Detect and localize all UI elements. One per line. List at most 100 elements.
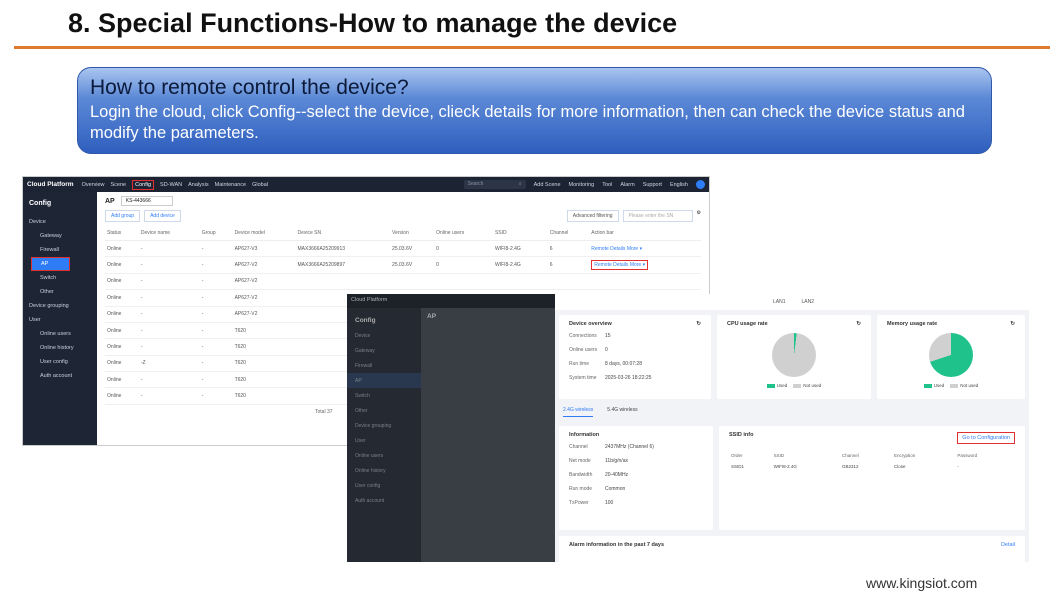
nav-sdwan[interactable]: SD-WAN <box>160 182 182 188</box>
table-cell: AP627-V2 <box>232 273 296 291</box>
table-cell: - <box>138 322 200 340</box>
table-cell: - <box>138 289 200 307</box>
memory-title: Memory usage rate <box>887 321 938 327</box>
sidebar-item-device-grouping[interactable]: Device grouping <box>23 299 97 313</box>
support-menu[interactable]: Support <box>643 182 662 188</box>
nav-overview[interactable]: Overview <box>82 182 105 188</box>
search-input[interactable]: Search ⌕ <box>463 180 526 189</box>
sidebar-item-auth-account[interactable]: Auth account <box>23 369 97 383</box>
not-used-swatch <box>950 383 959 388</box>
table-cell: T620 <box>232 387 296 405</box>
action-bar[interactable]: Remote Details More ▾ <box>589 240 701 258</box>
table-cell: Online <box>105 338 139 356</box>
sidebar-item-ap[interactable]: AP <box>31 257 70 271</box>
dimmed-config-screenshot: Cloud Platform Config Device Gateway Firewa… <box>347 294 557 562</box>
column-header: Device SN <box>295 226 391 241</box>
table-cell: - <box>199 289 233 307</box>
go-to-configuration-button[interactable]: Go to Configuration <box>957 432 1015 444</box>
language-menu[interactable]: English <box>670 182 688 188</box>
action-links[interactable]: Remote Details More ▾ <box>591 246 642 252</box>
column-header: Group <box>199 226 233 241</box>
table-row[interactable]: Online - - AP627-V2 MAX3666A25209897 25.03.6V… <box>105 256 701 274</box>
refresh-icon[interactable]: ↻ <box>1010 321 1015 327</box>
sidebar-item-other[interactable]: Other <box>23 285 97 299</box>
action-links[interactable]: Remote Details More ▾ <box>591 260 649 271</box>
nav-scene[interactable]: Scene <box>111 182 127 188</box>
nav-analysis[interactable]: Analysis <box>188 182 208 188</box>
info-row: Bandwidth 20-40MHz <box>569 472 703 478</box>
sidebar-item-user[interactable]: User <box>23 313 97 327</box>
sidebar-item-online-history[interactable]: Online history <box>23 341 97 355</box>
table-cell: MAX3666A25209913 <box>295 240 391 258</box>
top-nav-bar: Cloud Platform Overview Scene Config SD-… <box>23 177 709 192</box>
alarm-title: Alarm information in the past 7 days <box>569 542 665 548</box>
table-cell: - <box>199 256 233 274</box>
overview-value: 2025-03-26 18:22:25 <box>605 375 652 381</box>
sidebar-item-switch[interactable]: Switch <box>23 271 97 285</box>
tool-menu[interactable]: Tool <box>602 182 612 188</box>
table-cell <box>492 273 548 291</box>
sidebar-item-device[interactable]: Device <box>23 215 97 229</box>
refresh-icon[interactable]: ↻ <box>856 321 861 327</box>
sidebar-item-gateway[interactable]: Gateway <box>23 229 97 243</box>
table-cell: T620 <box>232 322 296 340</box>
table-row[interactable]: Online - - AP627-V2 <box>105 273 701 291</box>
alarm-detail-link[interactable]: Detail <box>1001 542 1015 548</box>
table-cell: Online <box>105 355 139 373</box>
lan2-tab[interactable]: LAN2 <box>802 299 815 305</box>
cpu-usage-card: CPU usage rate ↻ Used Not used <box>717 315 871 399</box>
info-key: Run mode <box>569 486 593 492</box>
sidebar-item-user-config[interactable]: User config <box>23 355 97 369</box>
tab-5-4g-wireless[interactable]: 5.4G wireless <box>607 407 637 417</box>
sn-search-input[interactable]: Please enter the SN <box>622 210 693 222</box>
dim-sidebar-item: Auth account <box>355 497 385 504</box>
column-header: Online users <box>434 226 493 241</box>
avatar[interactable] <box>696 180 705 189</box>
monitoring-link[interactable]: Monitoring <box>569 182 595 188</box>
nav-maintenance[interactable]: Maintenance <box>215 182 247 188</box>
action-bar <box>589 273 701 291</box>
memory-usage-card: Memory usage rate ↻ Used Not used <box>877 315 1025 399</box>
table-cell: - <box>138 306 200 323</box>
sidebar-item-online-users[interactable]: Online users <box>23 327 97 341</box>
page-title: AP <box>105 197 115 205</box>
device-detail-screenshot: LAN1 LAN2 Device overview ↻ Connections 15… <box>555 294 1029 562</box>
tab-2-4g-wireless[interactable]: 2.4G wireless <box>563 407 594 417</box>
table-cell: Online <box>105 322 139 340</box>
table-cell: - <box>199 355 233 373</box>
alarm-menu[interactable]: Alarm <box>620 182 634 188</box>
overview-row: Run time 8 days, 00:07:28 <box>569 361 701 367</box>
table-cell: WIFI8-2.4G <box>492 256 548 274</box>
sidebar-item-firewall[interactable]: Firewall <box>23 243 97 257</box>
overview-row: System time 2025-03-26 18:22:25 <box>569 375 701 381</box>
add-device-button[interactable]: Add device <box>144 210 181 222</box>
table-cell: - <box>199 338 233 356</box>
device-overview-card: Device overview ↻ Connections 15 Online use… <box>559 315 711 399</box>
add-group-button[interactable]: Add group <box>105 210 141 222</box>
search-icon: ⌕ <box>518 181 522 187</box>
advanced-filtering-button[interactable]: Advanced filtering <box>566 210 619 222</box>
info-value: 2437MHz (Channel 6) <box>605 444 654 450</box>
memory-pie-chart <box>929 333 973 377</box>
ssid-cell: Close <box>894 464 906 469</box>
scene-select[interactable]: KS-443666 <box>120 196 173 206</box>
nav-global[interactable]: Global <box>252 182 268 188</box>
table-cell: Online <box>105 240 139 258</box>
search-placeholder: Search <box>467 181 484 187</box>
dim-top-bar: Cloud Platform <box>347 294 557 308</box>
action-bar[interactable]: Remote Details More ▾ <box>589 256 701 274</box>
column-header: SSID <box>492 226 548 241</box>
dim-sidebar: Config Device Gateway Firewall AP Switch Other… <box>347 308 421 562</box>
table-cell: - <box>138 273 200 291</box>
cpu-title: CPU usage rate <box>727 321 768 327</box>
lan1-tab[interactable]: LAN1 <box>773 299 786 305</box>
used-swatch <box>923 383 932 388</box>
overview-row: Connections 15 <box>569 333 701 339</box>
table-row[interactable]: Online - - AP627-V3 MAX3666A25209913 25.03.6V… <box>105 240 701 258</box>
refresh-icon[interactable]: ↻ <box>696 321 701 327</box>
add-scene-link[interactable]: Add Scene <box>534 182 561 188</box>
legend-used: Used <box>923 383 944 388</box>
info-row: TxPower 100 <box>569 500 703 506</box>
gear-icon[interactable]: ⚙ <box>697 210 701 222</box>
nav-config[interactable]: Config <box>132 179 155 190</box>
